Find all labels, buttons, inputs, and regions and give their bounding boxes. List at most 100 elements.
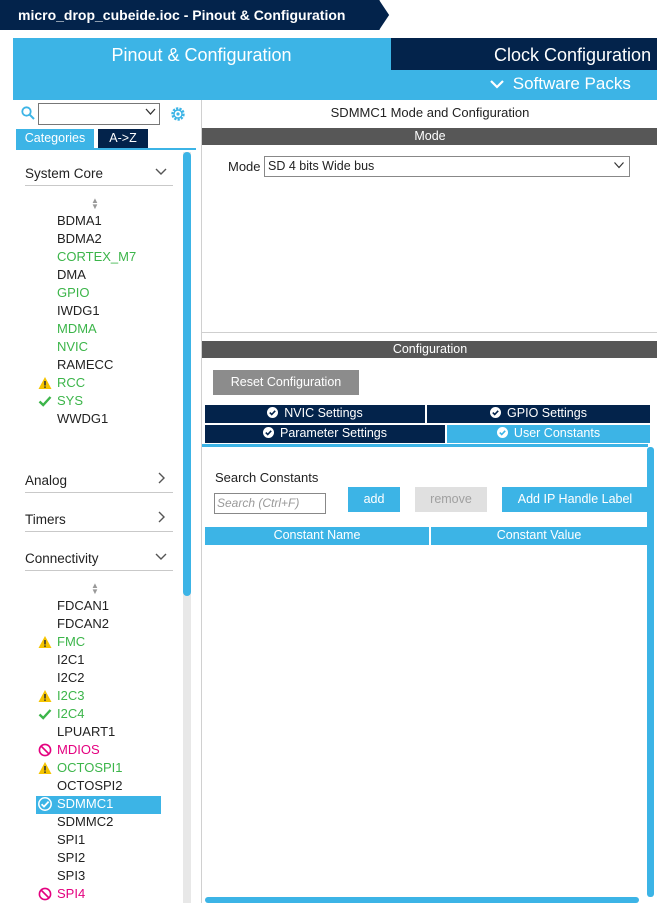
column-header-constant-name[interactable]: Constant Name: [205, 527, 429, 545]
list-item-label: FDCAN1: [57, 598, 110, 613]
list-item-label: SPI1: [57, 832, 86, 847]
list-item-mdios[interactable]: MDIOS: [36, 742, 166, 759]
section-label: Connectivity: [25, 551, 99, 566]
list-item-label: SPI2: [57, 850, 86, 865]
software-packs-menu[interactable]: Software Packs: [490, 74, 631, 94]
list-item-spi4[interactable]: SPI4: [36, 886, 166, 903]
list-item-sys[interactable]: SYS: [36, 393, 166, 410]
tab-label: GPIO Settings: [507, 406, 587, 420]
list-item-spi1[interactable]: SPI1: [36, 832, 166, 849]
list-item-spi2[interactable]: SPI2: [36, 850, 166, 867]
list-item-label: WWDG1: [57, 411, 109, 426]
chevron-down-icon: [155, 553, 167, 560]
list-item-fmc[interactable]: FMC: [36, 634, 166, 651]
categories-scrollbar[interactable]: [183, 152, 191, 903]
list-item-gpio[interactable]: GPIO: [36, 285, 166, 302]
add-button[interactable]: add: [348, 487, 400, 512]
list-item-label: OCTOSPI1: [57, 760, 123, 775]
tab-parameter-settings[interactable]: Parameter Settings: [205, 425, 445, 443]
blocked-icon: [38, 887, 52, 901]
sort-updown-icon[interactable]: ▲ ▼: [91, 197, 99, 211]
list-item-i2c3[interactable]: I2C3: [36, 688, 166, 705]
chevron-down-icon: [155, 168, 167, 175]
list-item-label: SPI3: [57, 868, 86, 883]
list-item-dma[interactable]: DMA: [36, 267, 166, 284]
gear-icon[interactable]: [169, 105, 187, 123]
sort-updown-icon[interactable]: ▲ ▼: [91, 582, 99, 596]
section-label: Analog: [25, 473, 68, 488]
list-item-spi3[interactable]: SPI3: [36, 868, 166, 885]
list-item-sdmmc2[interactable]: SDMMC2: [36, 814, 166, 831]
vertical-scrollbar[interactable]: [647, 447, 654, 897]
list-item-label: MDMA: [57, 321, 97, 336]
categories-panel: Categories A->Z System Core ▲ ▼ BDMA1 BDMA…: [13, 100, 199, 903]
check-circle-icon: [490, 407, 502, 418]
list-item-bdma1[interactable]: BDMA1: [36, 213, 166, 230]
search-constants-input[interactable]: Search (Ctrl+F): [214, 493, 326, 514]
search-constants-label: Search Constants: [215, 470, 319, 485]
list-item-wwdg1[interactable]: WWDG1: [36, 411, 166, 428]
list-item-label: RCC: [57, 375, 86, 390]
search-input[interactable]: [38, 103, 160, 125]
list-item-label: SPI4: [57, 886, 86, 901]
chevron-down-icon[interactable]: [614, 159, 624, 171]
list-item-i2c1[interactable]: I2C1: [36, 652, 166, 669]
mode-header: Mode: [202, 128, 657, 145]
tab-underline: [16, 148, 196, 150]
list-item-cortex_m7[interactable]: CORTEX_M7: [36, 249, 166, 266]
list-item-i2c2[interactable]: I2C2: [36, 670, 166, 687]
mode-select[interactable]: SD 4 bits Wide bus: [264, 156, 630, 177]
section-timers[interactable]: Timers: [25, 506, 173, 532]
blocked-icon: [38, 743, 52, 757]
section-analog[interactable]: Analog: [25, 467, 173, 493]
tab-categories[interactable]: Categories: [16, 129, 94, 148]
list-item-label: DMA: [57, 267, 86, 282]
list-item-label: SYS: [57, 393, 84, 408]
list-item-octospi2[interactable]: OCTOSPI2: [36, 778, 166, 795]
warning-icon: [38, 636, 52, 648]
mode-configuration-panel: SDMMC1 Mode and Configuration Mode Mode …: [201, 100, 657, 903]
reset-configuration-button[interactable]: Reset Configuration: [213, 370, 359, 395]
list-item-label: I2C3: [57, 688, 85, 703]
list-item-label: SDMMC2: [57, 814, 114, 829]
tab-nvic-settings[interactable]: NVIC Settings: [205, 405, 425, 423]
list-item-rcc[interactable]: RCC: [36, 375, 166, 392]
list-item-octospi1[interactable]: OCTOSPI1: [36, 760, 166, 777]
chevron-down-icon[interactable]: [145, 106, 156, 118]
tab-user-constants[interactable]: User Constants: [447, 425, 650, 443]
horizontal-scrollbar[interactable]: [205, 897, 639, 903]
list-item-sdmmc1[interactable]: SDMMC1: [36, 796, 161, 814]
section-connectivity[interactable]: Connectivity: [25, 545, 173, 571]
list-item-iwdg1[interactable]: IWDG1: [36, 303, 166, 320]
tab-clock-configuration[interactable]: Clock Configuration: [391, 38, 657, 70]
list-item-label: FMC: [57, 634, 86, 649]
list-item-lpuart1[interactable]: LPUART1: [36, 724, 166, 741]
list-item-fdcan1[interactable]: FDCAN1: [36, 598, 166, 615]
list-item-mdma[interactable]: MDMA: [36, 321, 166, 338]
section-system-core[interactable]: System Core: [25, 160, 173, 186]
scrollbar-thumb[interactable]: [183, 152, 191, 596]
column-header-constant-value[interactable]: Constant Value: [431, 527, 647, 545]
check-icon: [38, 396, 52, 407]
list-item-bdma2[interactable]: BDMA2: [36, 231, 166, 248]
section-label: Timers: [25, 512, 66, 527]
list-item-ramecc[interactable]: RAMECC: [36, 357, 166, 374]
breadcrumb-arrow-icon: [372, 0, 390, 30]
list-item-label: RAMECC: [57, 357, 114, 372]
list-item-label: NVIC: [57, 339, 89, 354]
list-item-label: FDCAN2: [57, 616, 110, 631]
check-circle-icon: [38, 797, 52, 811]
add-ip-handle-label-button[interactable]: Add IP Handle Label: [502, 487, 648, 512]
tab-a-to-z[interactable]: A->Z: [98, 129, 148, 148]
remove-button[interactable]: remove: [415, 487, 487, 512]
list-item-nvic[interactable]: NVIC: [36, 339, 166, 356]
list-item-label: MDIOS: [57, 742, 100, 757]
chevron-right-icon: [158, 472, 165, 484]
tab-pinout-configuration[interactable]: Pinout & Configuration: [13, 38, 390, 70]
list-item-i2c4[interactable]: I2C4: [36, 706, 166, 723]
tab-gpio-settings[interactable]: GPIO Settings: [427, 405, 650, 423]
list-item-label: BDMA1: [57, 213, 102, 228]
list-item-fdcan2[interactable]: FDCAN2: [36, 616, 166, 633]
warning-icon: [38, 762, 52, 774]
tab-label: NVIC Settings: [284, 406, 363, 420]
